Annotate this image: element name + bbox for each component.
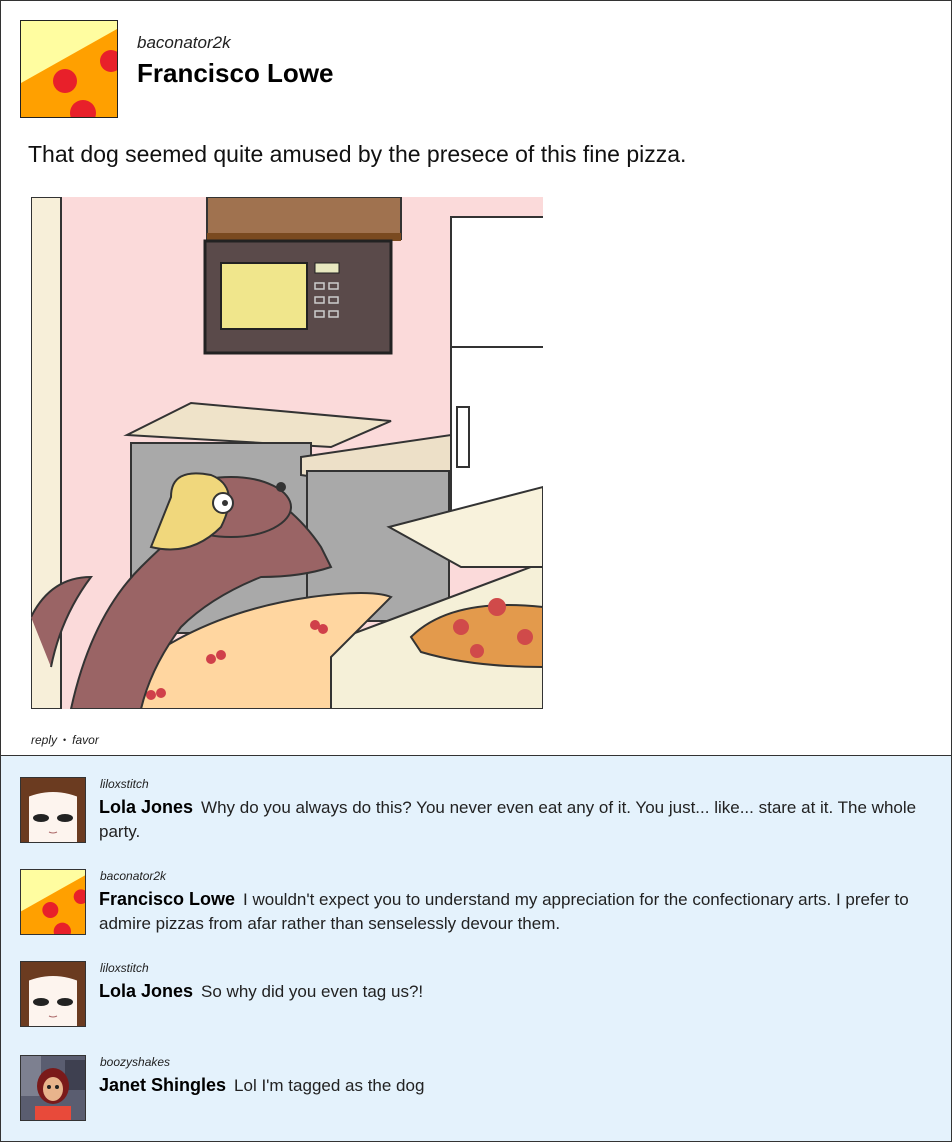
avatar[interactable] [20,20,118,118]
comments-section: liloxstitch Lola Jones Why do you always … [1,756,951,1141]
comment-username[interactable]: liloxstitch [100,961,149,975]
comment-body: Francisco Lowe I wouldn't expect you to u… [99,887,929,936]
girl-face-avatar-icon [21,962,85,1026]
post-card: baconator2k Francisco Lowe That dog seem… [0,0,952,1142]
comment-body: Lola Jones Why do you always do this? You… [99,795,929,844]
comment-author-name[interactable]: Francisco Lowe [99,889,235,909]
avatar[interactable] [20,961,86,1027]
post: baconator2k Francisco Lowe That dog seem… [1,1,951,756]
avatar[interactable] [20,869,86,935]
avatar[interactable] [20,777,86,843]
comment-text: Why do you always do this? You never eve… [99,798,917,841]
comment-body: Lola Jones So why did you even tag us?! [99,979,929,1004]
post-username[interactable]: baconator2k [137,33,231,53]
woman-photo-avatar-icon [21,1056,85,1120]
post-actions: reply • favor [31,733,99,747]
post-image [31,197,543,709]
dog-pizza-illustration [31,197,543,709]
girl-face-avatar-icon [21,778,85,842]
pizza-avatar-icon [21,21,117,117]
favor-link[interactable]: favor [72,733,99,747]
reply-link[interactable]: reply [31,733,57,747]
comment-username[interactable]: baconator2k [100,869,166,883]
avatar[interactable] [20,1055,86,1121]
comment-username[interactable]: liloxstitch [100,777,149,791]
comment-author-name[interactable]: Lola Jones [99,797,193,817]
comment-username[interactable]: boozyshakes [100,1055,170,1069]
comment-author-name[interactable]: Janet Shingles [99,1075,226,1095]
comment-body: Janet Shingles Lol I'm tagged as the dog [99,1073,929,1098]
action-separator: • [63,735,67,745]
pizza-avatar-icon [21,870,85,934]
comment-text: So why did you even tag us?! [201,982,424,1001]
post-text: That dog seemed quite amused by the pres… [28,141,687,167]
comment-author-name[interactable]: Lola Jones [99,981,193,1001]
comment-text: Lol I'm tagged as the dog [234,1076,425,1095]
post-author-name[interactable]: Francisco Lowe [137,58,334,89]
